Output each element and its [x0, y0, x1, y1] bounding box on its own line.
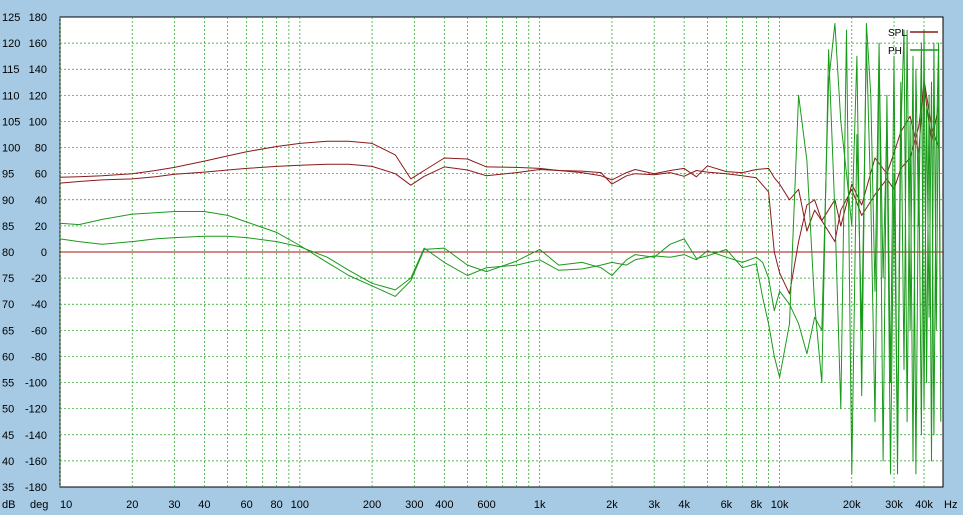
y-right-tick-label: -20	[31, 273, 47, 285]
y-left-tick-label: 100	[2, 143, 20, 155]
x-tick-label: 30k	[885, 499, 903, 511]
y-right-tick-label: -120	[25, 404, 47, 416]
y-left-tick-label: 125	[2, 12, 20, 24]
x-tick-label: 80	[270, 499, 282, 511]
x-tick-label: 3k	[648, 499, 660, 511]
legend-label-ph: PH	[888, 46, 902, 57]
y-left-tick-label: 65	[2, 325, 14, 337]
y-left-tick-label: 70	[2, 299, 14, 311]
x-tick-label: 400	[435, 499, 453, 511]
y-right-tick-label: -140	[25, 430, 47, 442]
x-tick-label: 6k	[721, 499, 733, 511]
y-left-tick-label: 80	[2, 247, 14, 259]
y-right-tick-label: 120	[29, 90, 47, 102]
x-tick-label: 200	[363, 499, 381, 511]
y-right-tick-label: 0	[41, 247, 47, 259]
x-tick-label: 10k	[771, 499, 789, 511]
y-right-tick-label: 80	[35, 143, 47, 155]
x-tick-label: 2k	[606, 499, 618, 511]
y-right-tick-label: 160	[29, 38, 47, 50]
x-tick-label: 100	[291, 499, 309, 511]
x-tick-label: 60	[241, 499, 253, 511]
x-tick-label: 30	[168, 499, 180, 511]
chart-svg: 1251201151101051009590858075706560555045…	[2, 12, 957, 511]
y-right-tick-label: -40	[31, 299, 47, 311]
y-left-unit-label: dB	[2, 499, 15, 511]
x-tick-label: 600	[477, 499, 495, 511]
y-left-tick-label: 105	[2, 116, 20, 128]
x-tick-label: 20	[126, 499, 138, 511]
y-right-tick-label: -60	[31, 325, 47, 337]
y-right-tick-label: 180	[29, 12, 47, 24]
x-tick-label: 300	[405, 499, 423, 511]
x-tick-label: 20k	[843, 499, 861, 511]
x-tick-label: 10	[60, 499, 72, 511]
y-left-tick-label: 35	[2, 482, 14, 494]
y-left-tick-label: 85	[2, 221, 14, 233]
y-right-tick-label: 60	[35, 169, 47, 181]
x-tick-label: 40	[198, 499, 210, 511]
x-tick-label: 4k	[678, 499, 690, 511]
legend-label-spl: SPL	[888, 28, 907, 39]
y-right-tick-label: -80	[31, 351, 47, 363]
y-right-tick-label: 140	[29, 64, 47, 76]
y-left-tick-label: 60	[2, 351, 14, 363]
y-right-tick-label: -180	[25, 482, 47, 494]
x-tick-label: 40k	[915, 499, 933, 511]
y-left-tick-label: 90	[2, 195, 14, 207]
y-right-tick-label: 40	[35, 195, 47, 207]
y-right-unit-label: deg	[30, 499, 48, 511]
y-right-tick-label: -160	[25, 456, 47, 468]
x-unit-label: Hz	[944, 499, 957, 511]
y-right-tick-label: 20	[35, 221, 47, 233]
y-left-tick-label: 95	[2, 169, 14, 181]
y-left-tick-label: 45	[2, 430, 14, 442]
y-right-tick-label: -100	[25, 378, 47, 390]
y-left-tick-label: 110	[2, 90, 20, 102]
y-left-tick-label: 115	[2, 64, 20, 76]
y-right-tick-label: 100	[29, 116, 47, 128]
y-left-tick-label: 50	[2, 404, 14, 416]
x-tick-label: 8k	[751, 499, 763, 511]
y-left-tick-label: 120	[2, 38, 20, 50]
y-left-tick-label: 55	[2, 378, 14, 390]
y-left-tick-label: 75	[2, 273, 14, 285]
y-left-tick-label: 40	[2, 456, 14, 468]
x-tick-label: 1k	[534, 499, 546, 511]
chart-window: 125 120 115 110 105 100 95 90 85 80 75 70 65 60 55 50 45…	[0, 0, 963, 515]
